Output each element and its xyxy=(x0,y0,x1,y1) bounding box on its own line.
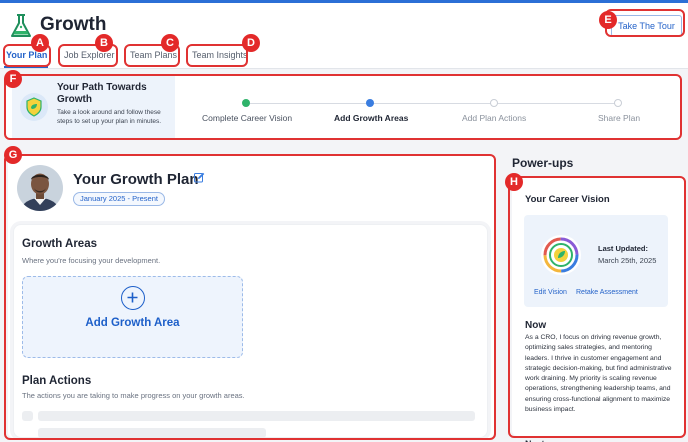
annotation-badge: A xyxy=(31,34,49,52)
step-dot-complete xyxy=(242,99,250,107)
career-vision-ring-icon xyxy=(541,235,581,275)
retake-assessment-link[interactable]: Retake Assessment xyxy=(576,289,638,296)
plan-title: Your Growth Plan xyxy=(73,171,199,188)
step-label[interactable]: Add Plan Actions xyxy=(462,113,526,123)
path-title: Your Path Towards Growth xyxy=(57,82,147,105)
loading-placeholder xyxy=(38,411,475,421)
annotation-badge: G xyxy=(4,146,22,164)
growth-areas-title: Growth Areas xyxy=(22,238,97,250)
annotation-badge: B xyxy=(95,34,113,52)
step-dot-current xyxy=(366,99,374,107)
step-label[interactable]: Share Plan xyxy=(598,113,640,123)
app-title: Growth xyxy=(40,14,107,35)
flask-icon xyxy=(11,14,31,37)
loading-placeholder xyxy=(22,411,33,421)
shield-leaf-icon xyxy=(20,93,48,121)
step-label[interactable]: Add Growth Areas xyxy=(334,113,408,123)
step-dot-pending xyxy=(490,99,498,107)
steps-connector xyxy=(250,103,616,104)
annotation-badge: H xyxy=(505,173,523,191)
annotation-badge: D xyxy=(242,34,260,52)
annotation-badge: C xyxy=(161,34,179,52)
career-vision-title: Your Career Vision xyxy=(525,194,610,205)
person-avatar-icon xyxy=(17,165,63,211)
add-growth-area-label[interactable]: Add Growth Area xyxy=(22,317,243,329)
powerups-title: Power-ups xyxy=(512,156,574,170)
tab-team-insights[interactable]: Team Insights xyxy=(192,50,248,60)
plus-icon xyxy=(121,286,145,310)
annotation-badge: F xyxy=(4,70,22,88)
active-tab-indicator xyxy=(4,66,48,68)
take-tour-button[interactable]: Take The Tour xyxy=(611,15,682,37)
edit-icon[interactable] xyxy=(194,172,205,183)
annotation-badge: E xyxy=(599,11,617,29)
date-range-badge: January 2025 - Present xyxy=(73,192,165,206)
plan-actions-subtitle: The actions you are taking to make progr… xyxy=(22,391,245,400)
growth-areas-subtitle: Where you're focusing your development. xyxy=(22,256,161,265)
last-updated-label: Last Updated: xyxy=(598,244,649,253)
edit-vision-link[interactable]: Edit Vision xyxy=(534,289,567,296)
loading-placeholder xyxy=(38,428,266,438)
avatar xyxy=(17,165,63,211)
path-description: Take a look around and follow these step… xyxy=(57,109,162,125)
step-dot-pending xyxy=(614,99,622,107)
now-title: Now xyxy=(525,320,547,331)
last-updated-date: March 25th, 2025 xyxy=(598,256,657,265)
plan-actions-title: Plan Actions xyxy=(22,375,92,387)
step-label[interactable]: Complete Career Vision xyxy=(202,113,292,123)
now-description: As a CRO, I focus on driving revenue gro… xyxy=(525,334,672,414)
next-title: Next xyxy=(525,436,565,442)
